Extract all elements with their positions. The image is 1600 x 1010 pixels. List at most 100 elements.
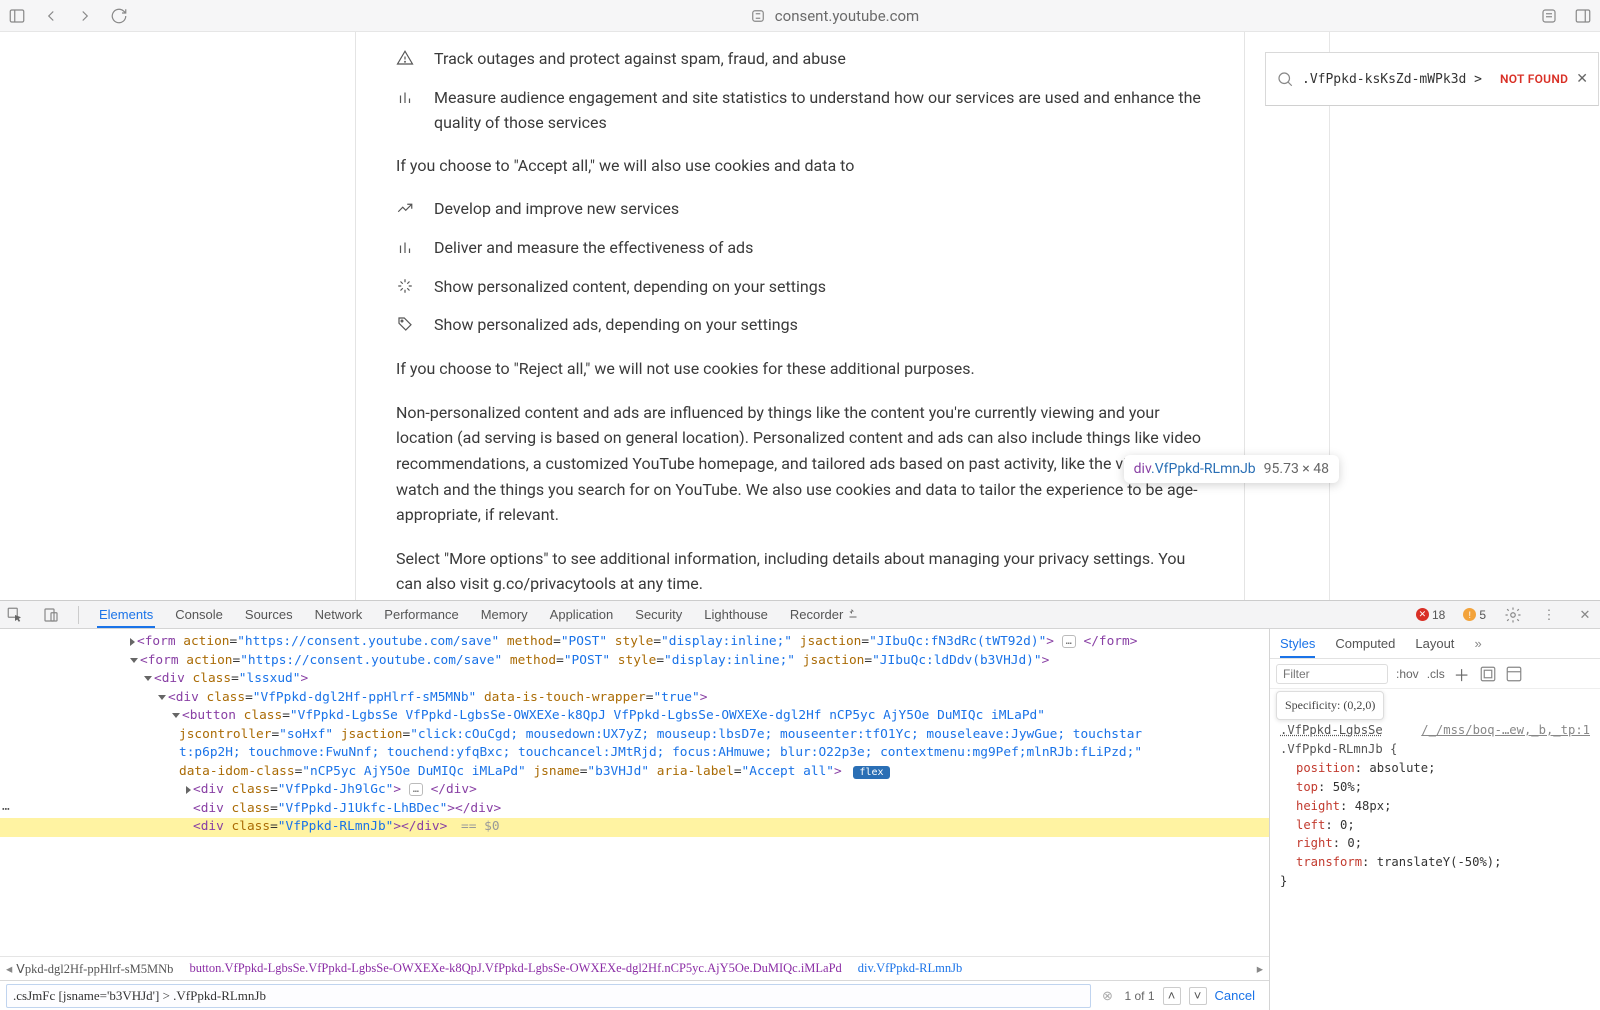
styles-pane: Styles Computed Layout » :hov .cls ＋ Spe…	[1270, 629, 1600, 1010]
consent-card: Track outages and protect against spam, …	[355, 32, 1245, 600]
dom-breadcrumb[interactable]: ◂ ᐯpkd-dgl2Hf-ppHlrf-sM5MNb button.VfPpk…	[0, 956, 1269, 980]
search-icon	[1276, 70, 1294, 88]
devtools-tabs: Elements Console Sources Network Perform…	[0, 601, 1600, 629]
computed-icon[interactable]	[1479, 665, 1497, 683]
list-item: Deliver and measure the effectiveness of…	[434, 236, 753, 261]
specificity-tooltip: Specificity: (0,2,0)	[1276, 691, 1384, 720]
accept-intro: If you choose to "Accept all," we will a…	[396, 153, 1204, 179]
dom-line[interactable]: <div class="VfPpkd-dgl2Hf-ppHlrf-sM5MNb"…	[0, 689, 1269, 708]
dom-line[interactable]: <div class="VfPpkd-J1Ukfc-LhBDec"></div>	[0, 800, 1269, 819]
styles-tab-computed[interactable]: Computed	[1335, 636, 1395, 651]
tab-network[interactable]: Network	[313, 607, 365, 622]
prev-match-icon[interactable]: ˄	[1163, 987, 1181, 1005]
tabs-icon[interactable]	[1574, 7, 1592, 25]
find-status: NOT FOUND	[1500, 72, 1568, 86]
dom-tree[interactable]: ⋯ <form action="https://consent.youtube.…	[0, 629, 1269, 956]
list-item: Show personalized ads, depending on your…	[434, 313, 798, 338]
tooltip-dims: 95.73 × 48	[1264, 461, 1329, 477]
close-brace: }	[1280, 874, 1287, 888]
search-count: 1 of 1	[1125, 989, 1155, 1003]
dom-line[interactable]: data-idom-class="nCP5yc AjY5Oe DuMIQc iM…	[0, 763, 1269, 782]
css-declaration[interactable]: left: 0;	[1280, 816, 1590, 835]
find-panel: .VfPpkd-ksKsZd-mWPk3d > NOT FOUND ✕	[1265, 52, 1599, 106]
styles-tab-layout[interactable]: Layout	[1415, 636, 1454, 651]
reader-icon[interactable]	[1540, 7, 1558, 25]
tab-application[interactable]: Application	[548, 607, 616, 622]
reject-intro: If you choose to "Reject all," we will n…	[396, 356, 1204, 382]
tab-elements[interactable]: Elements	[97, 607, 155, 628]
gear-icon[interactable]	[1504, 606, 1522, 624]
css-declaration[interactable]: position: absolute;	[1280, 759, 1590, 778]
tab-lighthouse[interactable]: Lighthouse	[702, 607, 770, 622]
tab-console[interactable]: Console	[173, 607, 225, 622]
panel-icon[interactable]	[1505, 665, 1523, 683]
warning-count[interactable]: !5	[1463, 608, 1486, 622]
tooltip-class: .VfPpkd-RLmnJb	[1151, 461, 1256, 477]
inspect-icon[interactable]	[6, 606, 24, 624]
list-item: Develop and improve new services	[434, 197, 679, 222]
tab-sources[interactable]: Sources	[243, 607, 295, 622]
crumb[interactable]: ᐯpkd-dgl2Hf-ppHlrf-sM5MNb	[16, 961, 173, 977]
crumb[interactable]: button.VfPpkd-LgbsSe.VfPpkd-LgbsSe-OWXEX…	[189, 961, 841, 976]
page-viewport: .VfPpkd-ksKsZd-mWPk3d > NOT FOUND ✕ Trac…	[0, 32, 1600, 600]
dom-search-input[interactable]	[6, 984, 1091, 1008]
sparkle-icon	[396, 277, 414, 295]
inspect-tooltip: div.VfPpkd-RLmnJb 95.73 × 48	[1124, 455, 1339, 483]
tab-recorder[interactable]: Recorder	[788, 607, 861, 622]
dom-line[interactable]: t:p6p2H; touchmove:FwuNnf; touchend:yfqB…	[0, 744, 1269, 763]
list-item: Measure audience engagement and site sta…	[434, 86, 1204, 136]
new-rule-icon[interactable]: ＋	[1453, 665, 1471, 683]
css-declaration[interactable]: transform: translateY(-50%);	[1280, 853, 1590, 872]
next-match-icon[interactable]: ˅	[1189, 987, 1207, 1005]
cancel-button[interactable]: Cancel	[1215, 988, 1255, 1003]
more-tabs-icon[interactable]: »	[1474, 636, 1481, 651]
styles-tab-styles[interactable]: Styles	[1280, 636, 1315, 658]
nonpersonalized-para: Non-personalized content and ads are inf…	[396, 400, 1204, 528]
site-settings-icon[interactable]	[749, 7, 767, 25]
error-count[interactable]: ✕18	[1416, 608, 1445, 622]
forward-icon[interactable]	[76, 7, 94, 25]
crumb-active[interactable]: div.VfPpkd-RLmnJb	[858, 961, 962, 976]
styles-filter-input[interactable]	[1276, 664, 1388, 684]
dom-line[interactable]: <div class="VfPpkd-Jh9lGc"> … </div>	[0, 781, 1269, 800]
sidebar-toggle-icon[interactable]	[8, 7, 26, 25]
clear-icon[interactable]: ⊗	[1099, 987, 1117, 1005]
tab-memory[interactable]: Memory	[479, 607, 530, 622]
browser-toolbar: consent.youtube.com	[0, 0, 1600, 32]
close-icon[interactable]: ✕	[1576, 71, 1588, 87]
css-declaration[interactable]: right: 0;	[1280, 834, 1590, 853]
tab-performance[interactable]: Performance	[382, 607, 460, 622]
dom-pane: ⋯ <form action="https://consent.youtube.…	[0, 629, 1270, 1010]
tooltip-tag: div	[1134, 461, 1151, 477]
more-info-para: Select "More options" to see additional …	[396, 546, 1204, 597]
cls-toggle[interactable]: .cls	[1427, 667, 1445, 681]
find-query[interactable]: .VfPpkd-ksKsZd-mWPk3d >	[1302, 72, 1492, 87]
dom-line[interactable]: <form action="https://consent.youtube.co…	[0, 633, 1269, 652]
address-text[interactable]: consent.youtube.com	[775, 7, 919, 25]
rule-source[interactable]: /_/mss/boq-…ew,_b,_tp:1	[1421, 721, 1590, 740]
trend-icon	[396, 199, 414, 217]
rule-selector: .VfPpkd-LgbsSe	[1280, 723, 1383, 737]
css-declaration[interactable]: height: 48px;	[1280, 797, 1590, 816]
css-declaration[interactable]: top: 50%;	[1280, 778, 1590, 797]
bar-chart-icon	[396, 238, 414, 256]
dom-line[interactable]: <button class="VfPpkd-LgbsSe VfPpkd-Lgbs…	[0, 707, 1269, 726]
dom-line[interactable]: jscontroller="soHxf" jsaction="click:cOu…	[0, 726, 1269, 745]
device-icon[interactable]	[42, 606, 60, 624]
back-icon[interactable]	[42, 7, 60, 25]
dom-line[interactable]: <div class="lssxud">	[0, 670, 1269, 689]
tag-icon	[396, 315, 414, 333]
reload-icon[interactable]	[110, 7, 128, 25]
close-icon[interactable]: ✕	[1576, 606, 1594, 624]
tab-security[interactable]: Security	[633, 607, 684, 622]
list-item: Show personalized content, depending on …	[434, 275, 826, 300]
warning-icon	[396, 49, 414, 67]
hov-toggle[interactable]: :hov	[1396, 667, 1419, 681]
dom-search-bar: ⊗ 1 of 1 ˄ ˅ Cancel	[0, 980, 1269, 1010]
dom-line[interactable]: <div class="VfPpkd-RLmnJb"></div> == $0	[0, 818, 1269, 837]
dom-line[interactable]: <form action="https://consent.youtube.co…	[0, 652, 1269, 671]
rule-selector: .VfPpkd-RLmnJb {	[1280, 742, 1397, 756]
bar-chart-icon	[396, 88, 414, 106]
styles-body[interactable]: Specificity: (0,2,0) .VfPpkd-LgbsSe /_/m…	[1270, 689, 1600, 1010]
kebab-icon[interactable]: ⋮	[1540, 606, 1558, 624]
